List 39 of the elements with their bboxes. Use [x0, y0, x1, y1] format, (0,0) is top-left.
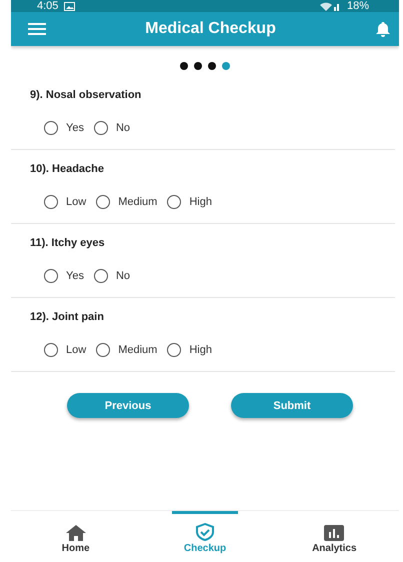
question-label: 12). Joint pain — [30, 311, 105, 323]
radio-button[interactable] — [94, 121, 108, 135]
radio-button[interactable] — [94, 269, 108, 283]
option-label: No — [116, 270, 130, 282]
question-label: 11). Itchy eyes — [30, 237, 106, 249]
nav-tab[interactable]: Analytics — [301, 511, 368, 557]
battery-level: 18% — [346, 0, 369, 12]
image-icon — [64, 2, 76, 10]
option-label: Yes — [66, 270, 84, 282]
bell-icon[interactable] — [374, 21, 391, 37]
option-label: Medium — [118, 344, 158, 356]
radio-button[interactable] — [44, 195, 58, 209]
option-label: Low — [66, 196, 86, 208]
option-label: High — [189, 344, 212, 356]
form-button[interactable]: Previous — [67, 393, 189, 418]
shield-check-icon — [194, 523, 215, 541]
radio-button[interactable] — [44, 343, 58, 357]
radio-button[interactable] — [96, 343, 110, 357]
radio-button[interactable] — [167, 195, 182, 209]
question-label: 9). Nosal observation — [30, 89, 142, 101]
form-button[interactable]: Submit — [231, 393, 353, 418]
app-title: Medical Checkup — [145, 20, 276, 38]
option-label: Yes — [66, 122, 84, 134]
radio-button[interactable] — [96, 195, 110, 209]
question-label: 10). Headache — [30, 163, 105, 175]
option-label: Low — [66, 344, 86, 356]
menu-icon[interactable] — [28, 23, 46, 35]
radio-button[interactable] — [44, 121, 58, 135]
signal-icon — [318, 1, 341, 11]
radio-button[interactable] — [167, 343, 182, 357]
option-label: High — [189, 196, 212, 208]
option-label: Medium — [118, 196, 158, 208]
status-time: 4:05 — [37, 0, 58, 12]
radio-button[interactable] — [44, 269, 58, 283]
nav-tab[interactable]: Home — [42, 511, 109, 557]
chart-icon — [324, 525, 344, 541]
option-label: No — [116, 122, 130, 134]
nav-tab[interactable]: Checkup — [172, 511, 238, 557]
home-icon — [66, 525, 86, 541]
